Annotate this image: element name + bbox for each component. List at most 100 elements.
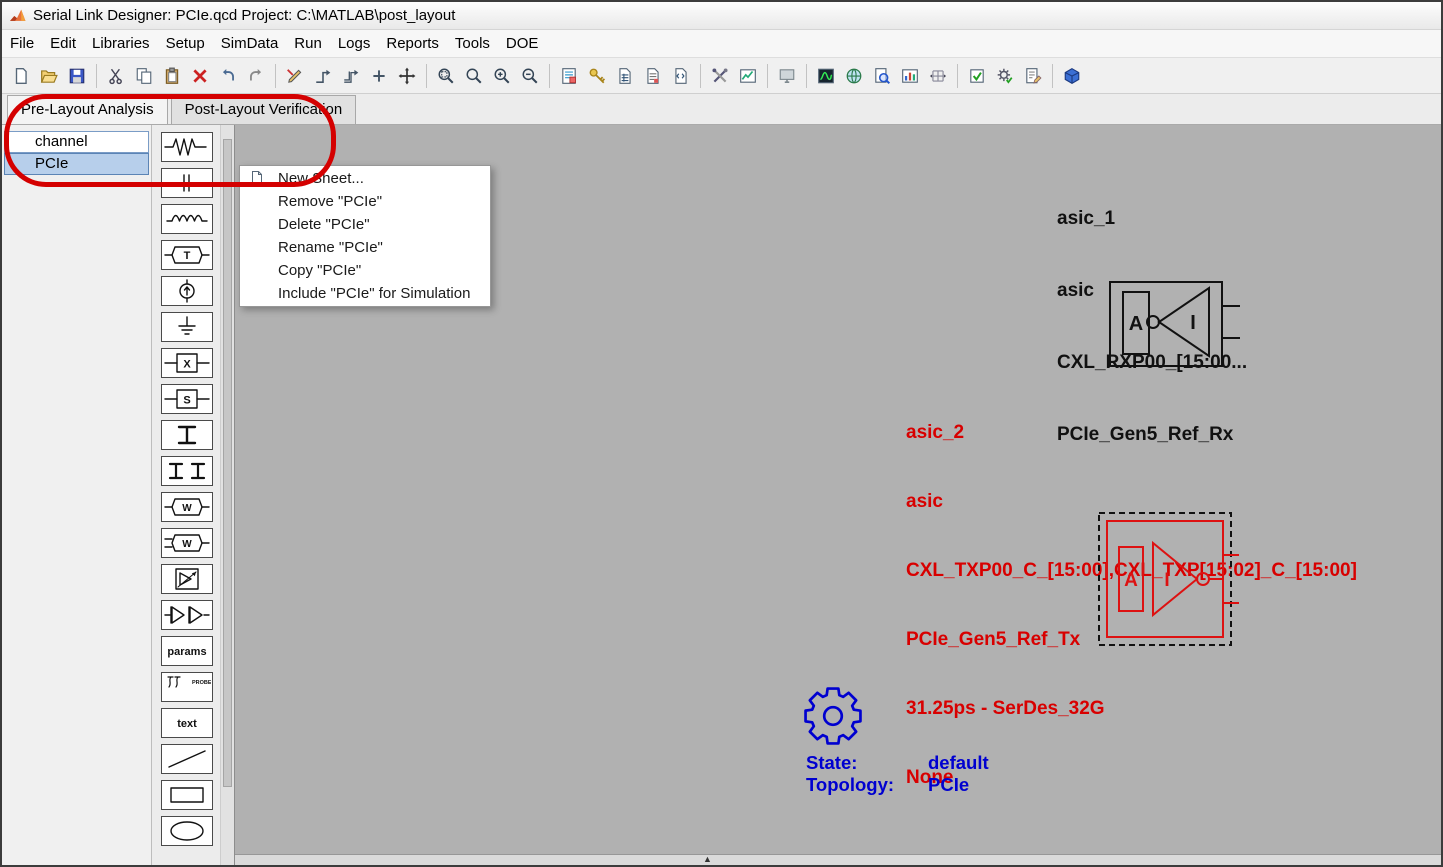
wizard-key-button[interactable] bbox=[583, 62, 611, 90]
tab-pre-layout-analysis[interactable]: Pre-Layout Analysis bbox=[7, 95, 168, 124]
copy-button[interactable] bbox=[130, 62, 158, 90]
new-sheet-button[interactable] bbox=[7, 62, 35, 90]
palette-diff-buffer-button[interactable] bbox=[161, 600, 213, 630]
menu-setup[interactable]: Setup bbox=[158, 31, 213, 56]
doc-report-button[interactable] bbox=[639, 62, 667, 90]
state-gear-icon[interactable] bbox=[804, 687, 862, 745]
palette-t-element-button[interactable]: T bbox=[161, 240, 213, 270]
zoom-area-button[interactable] bbox=[432, 62, 460, 90]
waveform-viewer-button[interactable] bbox=[812, 62, 840, 90]
palette-scrollbar-thumb[interactable] bbox=[223, 139, 232, 787]
plus-crosshair-icon bbox=[373, 69, 385, 82]
scroll-up-arrow-icon[interactable]: ▲ bbox=[703, 854, 712, 865]
save-icon bbox=[69, 68, 85, 83]
w-element-icon: W bbox=[164, 498, 210, 516]
palette-x-block-button[interactable]: X bbox=[161, 348, 213, 378]
menu-doe[interactable]: DOE bbox=[498, 31, 547, 56]
zoom-in-button[interactable] bbox=[488, 62, 516, 90]
redo-button[interactable] bbox=[242, 62, 270, 90]
draw-tool-button[interactable] bbox=[281, 62, 309, 90]
palette-current-source-button[interactable] bbox=[161, 276, 213, 306]
tab-post-layout-verification[interactable]: Post-Layout Verification bbox=[170, 95, 357, 124]
menu-file[interactable]: File bbox=[2, 31, 42, 56]
palette-scrollbar[interactable] bbox=[220, 125, 234, 865]
palette-rectangle-button[interactable] bbox=[161, 780, 213, 810]
display-monitor-button[interactable] bbox=[773, 62, 801, 90]
context-item-remove[interactable]: Remove "PCIe" bbox=[240, 190, 490, 213]
connect-bus-button[interactable] bbox=[337, 62, 365, 90]
checkbox-icon bbox=[970, 68, 984, 83]
gear-task-button[interactable] bbox=[991, 62, 1019, 90]
palette-params-button[interactable]: params bbox=[161, 636, 213, 666]
palette-probes-button[interactable]: PROBES bbox=[161, 672, 213, 702]
menu-logs[interactable]: Logs bbox=[330, 31, 379, 56]
bus-route-icon bbox=[344, 69, 359, 83]
menu-tools[interactable]: Tools bbox=[447, 31, 498, 56]
sheet-item-channel[interactable]: channel bbox=[4, 131, 149, 153]
menu-libraries[interactable]: Libraries bbox=[84, 31, 158, 56]
cut-button[interactable] bbox=[102, 62, 130, 90]
palette-coupled-line-button[interactable] bbox=[161, 420, 213, 450]
context-item-new-sheet[interactable]: New Sheet... bbox=[240, 167, 490, 190]
asic1-rx-symbol[interactable]: A I bbox=[1109, 278, 1241, 370]
paste-button[interactable] bbox=[158, 62, 186, 90]
palette-line-button[interactable] bbox=[161, 744, 213, 774]
buffer-block-icon bbox=[175, 568, 199, 590]
sheet-settings-button[interactable] bbox=[555, 62, 583, 90]
svg-text:W: W bbox=[182, 539, 192, 550]
view-results-button[interactable] bbox=[734, 62, 762, 90]
palette-text-button[interactable]: text bbox=[161, 708, 213, 738]
save-button[interactable] bbox=[63, 62, 91, 90]
sheet-context-menu: New Sheet... Remove "PCIe" Delete "PCIe"… bbox=[239, 165, 491, 307]
move-tool-button[interactable] bbox=[393, 62, 421, 90]
palette-dual-coupled-line-button[interactable] bbox=[161, 456, 213, 486]
current-source-icon bbox=[179, 279, 195, 303]
menu-simdata[interactable]: SimData bbox=[213, 31, 287, 56]
palette-resistor-button[interactable] bbox=[161, 132, 213, 162]
doc-spreadsheet-button[interactable] bbox=[611, 62, 639, 90]
sheet-item-pcie[interactable]: PCIe bbox=[4, 153, 149, 175]
asic2-tx-symbol-selected[interactable]: A I bbox=[1097, 511, 1243, 653]
toolbar-separator bbox=[1052, 63, 1053, 88]
undo-button[interactable] bbox=[214, 62, 242, 90]
palette-w-element-coupled-button[interactable]: W bbox=[161, 528, 213, 558]
run-simulation-button[interactable] bbox=[706, 62, 734, 90]
zoom-out-button[interactable] bbox=[516, 62, 544, 90]
inspect-doc-button[interactable] bbox=[868, 62, 896, 90]
doc-log-button[interactable] bbox=[667, 62, 695, 90]
edit-report-button[interactable] bbox=[1019, 62, 1047, 90]
open-project-button[interactable] bbox=[35, 62, 63, 90]
validate-sheet-button[interactable] bbox=[963, 62, 991, 90]
menu-run[interactable]: Run bbox=[286, 31, 330, 56]
zoom-fit-button[interactable] bbox=[460, 62, 488, 90]
palette-inductor-button[interactable] bbox=[161, 204, 213, 234]
add-vertex-button[interactable] bbox=[365, 62, 393, 90]
connect-net-button[interactable] bbox=[309, 62, 337, 90]
sheet-settings-icon bbox=[562, 67, 576, 84]
toolbar-separator bbox=[767, 63, 768, 88]
context-item-rename[interactable]: Rename "PCIe" bbox=[240, 236, 490, 259]
palette-ground-button[interactable] bbox=[161, 312, 213, 342]
palette-ellipse-button[interactable] bbox=[161, 816, 213, 846]
palette-buffer-block-button[interactable] bbox=[161, 564, 213, 594]
palette-cells: T X S W W params PROBES text bbox=[152, 125, 220, 865]
context-item-include-simulation[interactable]: Include "PCIe" for Simulation bbox=[240, 282, 490, 305]
menu-edit[interactable]: Edit bbox=[42, 31, 84, 56]
palette-w-element-button[interactable]: W bbox=[161, 492, 213, 522]
svg-text:PROBES: PROBES bbox=[192, 680, 211, 686]
context-item-delete[interactable]: Delete "PCIe" bbox=[240, 213, 490, 236]
matlab-link-button[interactable] bbox=[1058, 62, 1086, 90]
web-export-button[interactable] bbox=[840, 62, 868, 90]
menu-reports[interactable]: Reports bbox=[378, 31, 447, 56]
canvas-horizontal-scrollbar[interactable]: ▲ bbox=[235, 854, 1441, 865]
constraint-mesh-button[interactable] bbox=[924, 62, 952, 90]
chart-report-button[interactable] bbox=[896, 62, 924, 90]
capacitor-icon bbox=[166, 174, 208, 192]
delete-button[interactable] bbox=[186, 62, 214, 90]
palette-capacitor-button[interactable] bbox=[161, 168, 213, 198]
copy-icon bbox=[136, 67, 152, 84]
topology-value: PCIe bbox=[928, 774, 970, 795]
context-item-copy[interactable]: Copy "PCIe" bbox=[240, 259, 490, 282]
dual-coupled-line-icon bbox=[168, 462, 206, 480]
palette-s-block-button[interactable]: S bbox=[161, 384, 213, 414]
